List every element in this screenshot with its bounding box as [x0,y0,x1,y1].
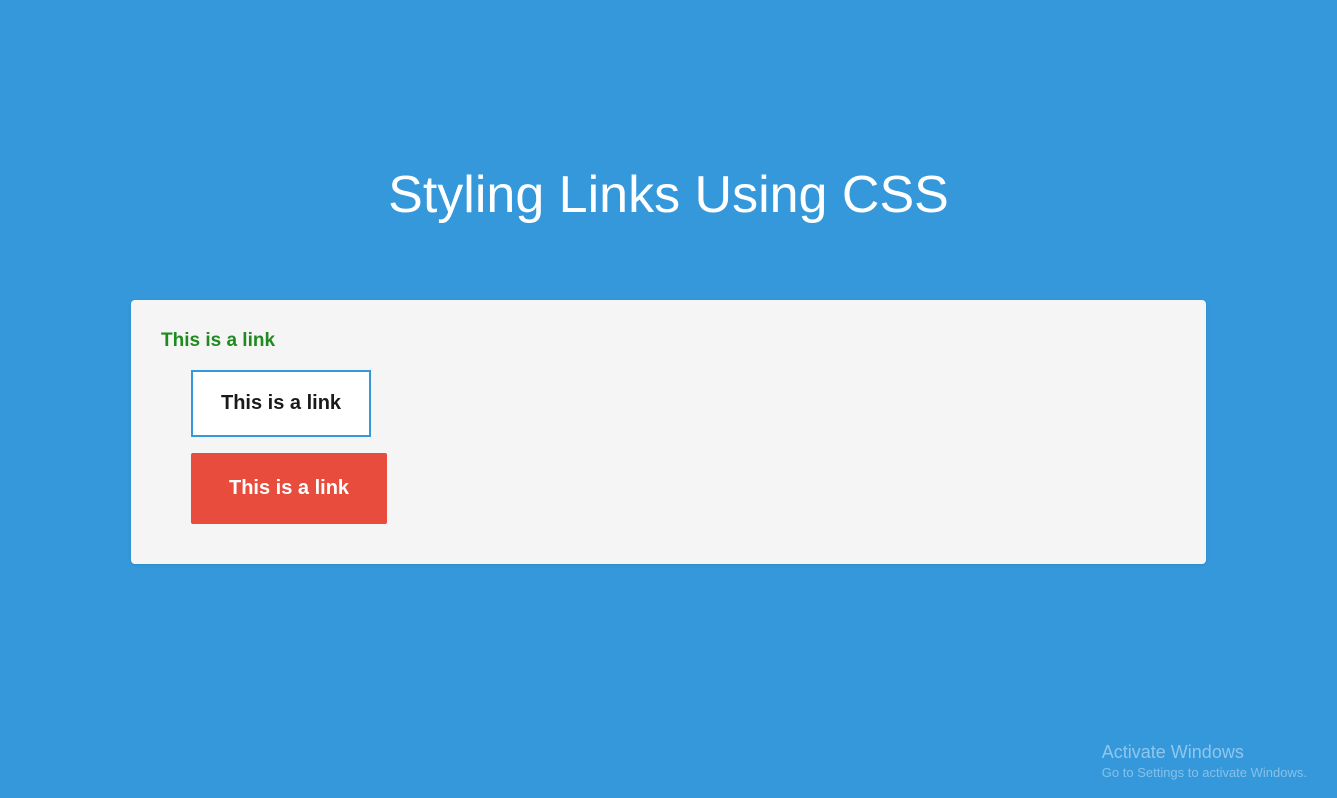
filled-link[interactable]: This is a link [191,453,387,524]
watermark-title: Activate Windows [1102,742,1307,763]
demo-panel: This is a link This is a link This is a … [131,300,1206,564]
watermark-subtitle: Go to Settings to activate Windows. [1102,765,1307,780]
outlined-link[interactable]: This is a link [191,370,371,437]
page-title: Styling Links Using CSS [0,165,1337,225]
windows-activation-watermark: Activate Windows Go to Settings to activ… [1102,742,1307,780]
plain-link[interactable]: This is a link [161,330,275,352]
